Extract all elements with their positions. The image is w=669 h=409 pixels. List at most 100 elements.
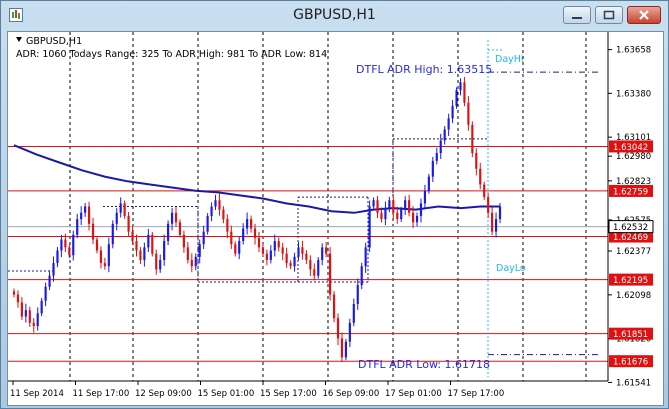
- candle-body: [16, 294, 20, 303]
- candle: [206, 213, 209, 235]
- candle-body: [123, 203, 126, 216]
- candle-body: [285, 253, 288, 264]
- maximize-button[interactable]: [595, 6, 623, 24]
- title-bar[interactable]: GBPUSD,H1: [1, 1, 668, 31]
- candle-body: [317, 259, 320, 276]
- candle-body: [451, 105, 454, 119]
- candle: [269, 245, 272, 264]
- candle: [16, 290, 20, 308]
- candle: [494, 212, 498, 238]
- candle-body: [404, 200, 407, 210]
- candle-body: [352, 303, 355, 323]
- candle-body: [155, 253, 158, 270]
- candle: [111, 220, 114, 249]
- candle-body: [281, 247, 284, 254]
- candle: [463, 76, 466, 107]
- candle: [435, 147, 438, 165]
- minimize-icon: [572, 17, 582, 19]
- candle-body: [60, 239, 63, 251]
- chart-area[interactable]: GBPUSD,H1 ADR: 1060 Todays Range: 325 To…: [7, 31, 664, 406]
- candle-body: [427, 176, 430, 191]
- candle: [317, 257, 320, 279]
- candle-body: [32, 322, 35, 326]
- candle: [293, 252, 296, 272]
- candle: [459, 78, 462, 96]
- candle: [12, 288, 16, 298]
- candle: [376, 196, 379, 219]
- candle-body: [384, 208, 387, 220]
- candle-body: [64, 239, 67, 248]
- candle: [360, 262, 363, 290]
- candle-body: [455, 90, 458, 106]
- candle: [277, 237, 280, 252]
- day-low-label: DayLo: [496, 263, 526, 274]
- candle-body: [348, 322, 351, 342]
- candle: [56, 247, 59, 268]
- candle-body: [190, 259, 193, 267]
- candle-body: [202, 231, 205, 245]
- level-price-label: 1.62759: [613, 187, 648, 197]
- candle: [32, 318, 35, 333]
- candle: [182, 230, 185, 253]
- candle: [48, 270, 51, 291]
- candle: [238, 236, 241, 260]
- price-chart[interactable]: GBPUSD,H1 ADR: 1060 Todays Range: 325 To…: [8, 32, 663, 405]
- candle-body: [48, 275, 51, 287]
- candle: [471, 121, 474, 158]
- candle: [190, 253, 193, 273]
- candle: [427, 173, 430, 194]
- candle-body: [336, 318, 340, 339]
- candle-body: [222, 209, 225, 220]
- candle: [443, 126, 446, 145]
- candle: [439, 133, 442, 160]
- candle: [415, 212, 419, 227]
- candle: [127, 211, 130, 237]
- current-price-label: 1.62532: [613, 223, 648, 233]
- candle-body: [186, 247, 189, 260]
- candle-body: [230, 231, 233, 245]
- adr-high-label: DTFL ADR High: 1.63515: [356, 63, 492, 76]
- candle: [467, 96, 470, 131]
- candle-body: [178, 222, 182, 235]
- candle-body: [463, 82, 466, 103]
- candle-body: [321, 247, 324, 260]
- candle-body: [483, 184, 486, 198]
- candle: [340, 332, 344, 363]
- minimize-button[interactable]: [563, 6, 591, 24]
- candle: [329, 247, 332, 301]
- candle-body: [360, 266, 363, 286]
- candle: [404, 196, 407, 215]
- candle: [348, 318, 351, 348]
- candle-body: [301, 247, 304, 254]
- close-button[interactable]: [627, 6, 661, 24]
- candle: [24, 303, 27, 323]
- candle: [218, 193, 221, 216]
- symbol-menu-icon[interactable]: [16, 37, 22, 42]
- candle: [226, 214, 229, 239]
- candle: [384, 201, 387, 226]
- candle: [159, 254, 162, 273]
- candle-body: [80, 212, 83, 220]
- candle: [131, 226, 134, 245]
- candle-body: [332, 294, 336, 319]
- candle-body: [234, 244, 237, 254]
- candle: [36, 307, 39, 331]
- candle: [76, 213, 79, 239]
- candle: [214, 194, 217, 210]
- candle: [419, 198, 423, 223]
- candle-body: [340, 338, 344, 358]
- candle: [281, 242, 284, 261]
- candle: [352, 298, 355, 327]
- candle-body: [253, 228, 257, 238]
- candle-body: [415, 215, 419, 223]
- candle-body: [356, 285, 359, 304]
- candle-body: [170, 212, 174, 224]
- candle: [246, 212, 249, 235]
- time-tick-label: 11 Sep 2014: [10, 389, 64, 399]
- candle-body: [293, 256, 296, 267]
- candle: [103, 257, 106, 270]
- candle: [194, 253, 197, 271]
- candle-body: [206, 215, 209, 232]
- candle: [313, 263, 316, 281]
- candle-body: [24, 310, 27, 317]
